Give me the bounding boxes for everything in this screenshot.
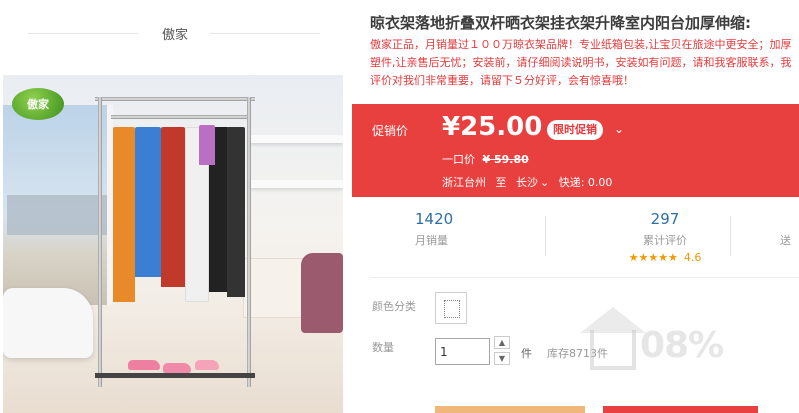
shoe — [195, 360, 219, 370]
review-label: 累计评价 — [643, 234, 687, 247]
quantity-increase-button[interactable]: ▲ — [494, 336, 510, 349]
color-label: 颜色分类 — [372, 300, 416, 313]
original-price: 一口价 ¥ 59.80 — [442, 151, 529, 167]
review-stats[interactable]: 297 累计评价 ★★★★★ 4.6 — [595, 210, 735, 264]
rack-top-bar — [95, 97, 255, 101]
divider — [370, 277, 799, 278]
divider — [545, 216, 546, 256]
brand-logo: 傲家 — [12, 88, 64, 120]
garment — [227, 127, 245, 297]
product-image[interactable] — [3, 75, 343, 413]
promo-price-label: 促销价 — [372, 124, 409, 138]
monthly-sales: 1420 月销量 — [415, 210, 495, 248]
divider — [28, 33, 138, 34]
window-scene — [3, 105, 113, 305]
quantity-label: 数量 — [372, 341, 394, 354]
brand-header: 傲家 — [0, 0, 345, 70]
buy-now-button[interactable] — [435, 406, 585, 413]
product-title: 晾衣架落地折叠双杆晒衣架挂衣架升降室内阳台加厚伸缩: — [370, 14, 752, 32]
current-price: ¥25.00 — [442, 112, 543, 142]
rack-bar — [111, 115, 251, 119]
brand-name[interactable]: 傲家 — [145, 24, 205, 43]
price-panel: 促销价 ¥25.00 限时促销 ⌄ 一口价 ¥ 59.80 浙江台州 至 长沙 … — [352, 104, 799, 197]
add-to-cart-button[interactable] — [603, 406, 758, 413]
divider — [730, 216, 731, 256]
quantity-input[interactable] — [435, 338, 490, 365]
star-icon: ★★★★★ — [628, 251, 678, 264]
garment — [161, 127, 185, 287]
sofa — [3, 288, 93, 358]
cabinet — [243, 258, 303, 318]
shipping-info: 浙江台州 至 长沙 快递: 0.00 — [442, 174, 618, 190]
rating-stars: ★★★★★ 4.6 — [595, 251, 735, 264]
garment — [113, 127, 135, 302]
quantity-decrease-button[interactable]: ▼ — [494, 352, 510, 365]
garment — [135, 127, 161, 277]
shoe — [128, 360, 160, 370]
gift-stat: 送 — [780, 210, 799, 248]
original-price-value: ¥ 59.80 — [482, 153, 529, 166]
shoe — [163, 363, 191, 373]
chevron-down-icon[interactable]: ⌄ — [614, 122, 624, 136]
gift-label: 送 — [780, 234, 791, 247]
rack-base — [95, 373, 255, 378]
sales-stats: 1420 月销量 297 累计评价 ★★★★★ 4.6 送 — [370, 210, 799, 272]
wall-shelf — [251, 180, 343, 188]
rack-pole — [98, 97, 102, 387]
monthly-sales-label: 月销量 — [415, 234, 448, 247]
rack-pole — [247, 97, 251, 387]
limited-promo-badge[interactable]: 限时促销 — [547, 120, 603, 140]
divider — [210, 33, 320, 34]
quantity-unit: 件 — [521, 347, 532, 360]
ship-from: 浙江台州 — [442, 176, 486, 189]
ship-to-select[interactable]: 长沙 — [516, 176, 549, 189]
product-subtitle: 傲家正品，月销量过１００万晾衣架品牌！专业纸箱包装,让宝贝在旅途中更安全；加厚塑… — [370, 38, 792, 87]
watermark-house-icon — [590, 330, 636, 370]
wall-shelf — [251, 135, 343, 143]
rating-score: 4.6 — [683, 251, 702, 264]
color-swatch-option[interactable] — [435, 292, 467, 324]
product-page: 傲家 傲家 晾衣架落地折叠双杆晒衣架挂衣架升降室内阳台加厚伸缩: 傲家正品，月销… — [0, 0, 799, 413]
review-count[interactable]: 297 — [595, 210, 735, 228]
watermark: 08% — [640, 325, 724, 366]
express-fee: 快递: 0.00 — [558, 176, 613, 189]
garment — [199, 125, 215, 165]
original-price-label: 一口价 — [442, 153, 475, 166]
chair — [301, 253, 343, 333]
monthly-sales-value: 1420 — [415, 210, 454, 228]
ship-to-label: 至 — [495, 176, 507, 189]
